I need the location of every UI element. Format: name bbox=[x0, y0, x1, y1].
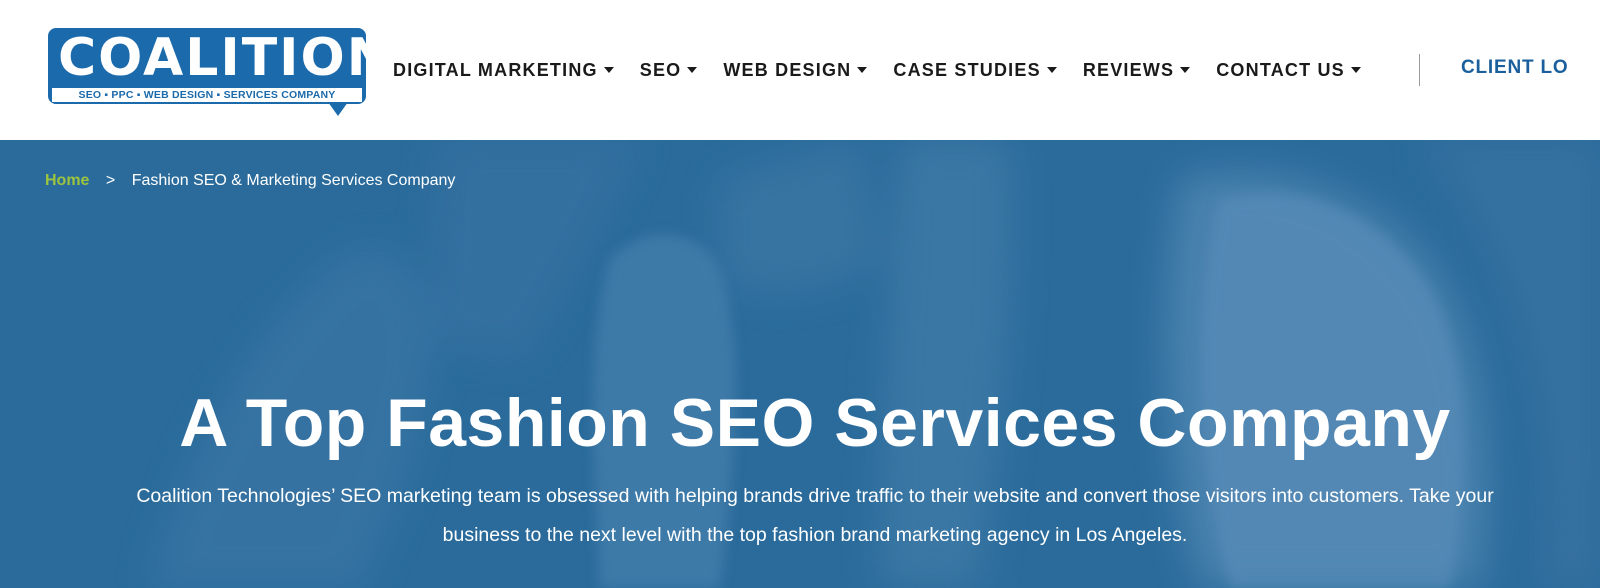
nav-item-label: REVIEWS bbox=[1082, 59, 1175, 80]
coalition-logo[interactable]: COALITION SEO ▪ PPC ▪ WEB DESIGN ▪ SERVI… bbox=[48, 28, 393, 116]
hero-description: Coalition Technologies’ SEO marketing te… bbox=[136, 485, 1494, 546]
breadcrumb-current-page: Fashion SEO & Marketing Services Company bbox=[131, 172, 456, 189]
breadcrumb-home-link[interactable]: Home bbox=[45, 172, 89, 189]
nav-divider bbox=[1419, 54, 1420, 86]
logo-wordmark: COALITION bbox=[58, 28, 393, 88]
nav-item-label: SEO bbox=[639, 59, 682, 80]
site-header: COALITION SEO ▪ PPC ▪ WEB DESIGN ▪ SERVI… bbox=[0, 0, 1600, 140]
logo-tagline: SEO ▪ PPC ▪ WEB DESIGN ▪ SERVICES COMPAN… bbox=[52, 88, 362, 102]
caret-down-icon bbox=[1180, 67, 1191, 73]
nav-item-seo[interactable]: SEO bbox=[640, 60, 698, 81]
caret-down-icon bbox=[1046, 67, 1057, 73]
caret-down-icon bbox=[603, 67, 614, 73]
main-nav: DIGITAL MARKETING SEO WEB DESIGN CASE ST… bbox=[393, 58, 1387, 82]
caret-down-icon bbox=[857, 67, 868, 73]
breadcrumb: Home > Fashion SEO & Marketing Services … bbox=[45, 171, 455, 191]
nav-item-case-studies[interactable]: CASE STUDIES bbox=[893, 59, 1057, 81]
page-title: A Top Fashion SEO Services Company bbox=[179, 385, 1451, 461]
breadcrumb-separator: > bbox=[105, 172, 116, 189]
caret-down-icon bbox=[687, 67, 698, 73]
nav-item-label: CONTACT US bbox=[1216, 59, 1345, 80]
hero-banner: Home > Fashion SEO & Marketing Services … bbox=[0, 140, 1600, 588]
nav-item-digital-marketing[interactable]: DIGITAL MARKETING bbox=[393, 60, 614, 81]
nav-item-label: WEB DESIGN bbox=[723, 59, 852, 80]
nav-item-label: CASE STUDIES bbox=[893, 59, 1041, 80]
nav-item-contact-us[interactable]: CONTACT US bbox=[1216, 60, 1361, 81]
nav-item-web-design[interactable]: WEB DESIGN bbox=[723, 59, 868, 81]
logo-speech-tail bbox=[328, 102, 348, 116]
caret-down-icon bbox=[1350, 67, 1361, 73]
nav-item-label: DIGITAL MARKETING bbox=[393, 59, 598, 80]
client-login-link[interactable]: CLIENT LO bbox=[1461, 57, 1568, 79]
nav-item-reviews[interactable]: REVIEWS bbox=[1082, 59, 1191, 81]
